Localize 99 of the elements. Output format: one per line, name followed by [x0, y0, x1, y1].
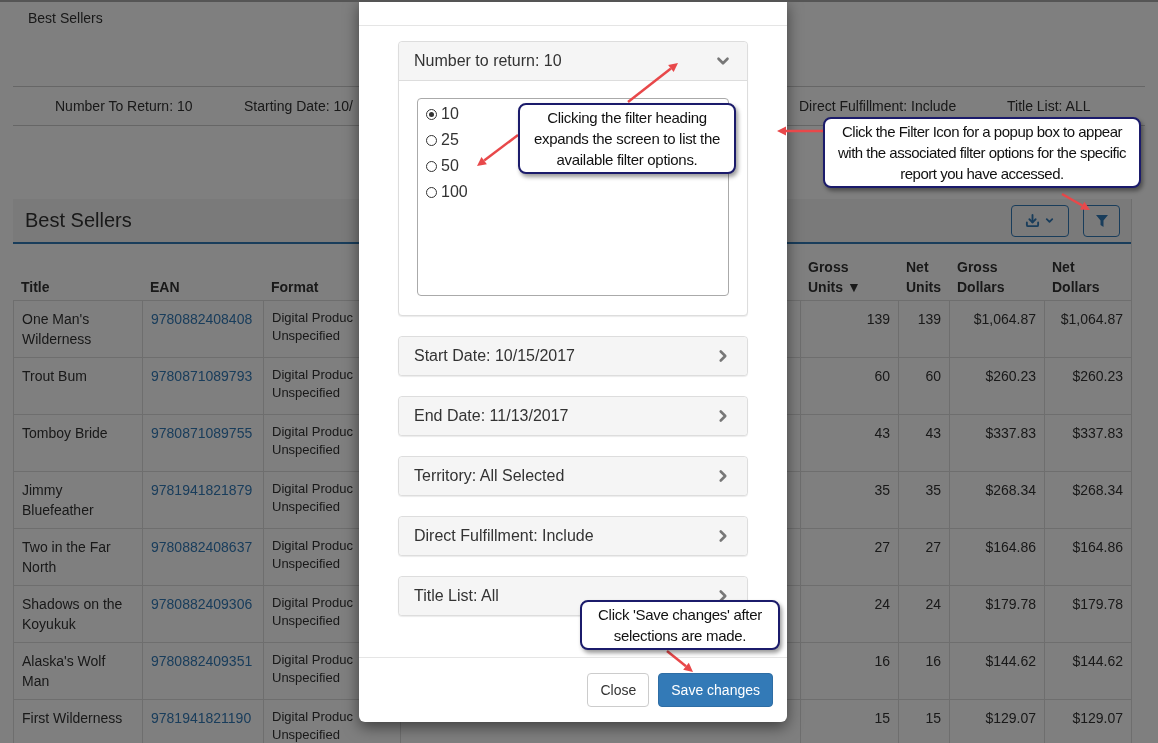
- ean-link[interactable]: 9780871089793: [151, 366, 253, 386]
- filter-heading[interactable]: Start Date: 10/15/2017: [399, 337, 747, 375]
- download-icon: [1025, 213, 1040, 228]
- table-cell-text: $260.23: [985, 367, 1036, 386]
- table-cell-text: $337.83: [985, 424, 1036, 443]
- table-cell-text: 16: [925, 652, 941, 671]
- filter-summary-item: Number To Return: 10: [55, 98, 193, 114]
- ean-link[interactable]: 9781941821190: [151, 708, 252, 728]
- ean-link[interactable]: 9780871089755: [151, 423, 253, 443]
- table-cell-text: Digital Produc Unspecified: [272, 366, 354, 402]
- callout-arrow: [777, 126, 823, 136]
- table-cell-text: $144.62: [985, 652, 1036, 671]
- report-title: Best Sellers: [25, 209, 133, 232]
- table-cell-text: Trout Bum: [22, 367, 87, 386]
- callout-arrow: [1061, 192, 1090, 210]
- table-cell-text: $164.86: [985, 538, 1036, 557]
- filter-heading[interactable]: Number to return: 10: [399, 42, 747, 81]
- filter-label: Direct Fulfillment: Include: [414, 527, 594, 545]
- ean-link[interactable]: 9780882408637: [151, 537, 253, 557]
- callout: Clicking the filter heading expands the screen to list the available filter options.: [518, 103, 736, 174]
- table-cell-text: $1,064.87: [973, 310, 1036, 329]
- table-cell-text: 139: [917, 310, 941, 329]
- callout-arrow: [477, 134, 519, 166]
- filter-label: Territory: All Selected: [414, 467, 565, 485]
- table-cell-text: $260.23: [1072, 367, 1123, 386]
- table-cell-text: Digital Produc Unspecified: [272, 423, 354, 459]
- table-cell-text: 15: [925, 709, 941, 728]
- filter-summary-item: Title List: ALL: [1007, 98, 1091, 114]
- ean-link[interactable]: 9780882409351: [151, 651, 253, 671]
- table-cell-text: 27: [925, 538, 941, 557]
- table-cell-text: Digital Produc Unspecified: [272, 594, 354, 630]
- column-header[interactable]: Net Units: [906, 257, 941, 297]
- table-cell-text: First Wilderness: [22, 709, 123, 728]
- filter-icon: [1095, 214, 1108, 227]
- filter-label: Start Date: 10/15/2017: [414, 347, 575, 365]
- table-cell-text: $179.78: [985, 595, 1036, 614]
- download-button[interactable]: [1011, 204, 1069, 237]
- table-cell-text: Digital Produc Unspecified: [272, 309, 354, 345]
- column-header[interactable]: Net Dollars: [1052, 257, 1122, 297]
- radio-option[interactable]: 10: [426, 105, 459, 123]
- callout: Click the Filter Icon for a popup box to appear with the associated filter options for the specific report you have accessed.: [823, 117, 1141, 188]
- callout-arrow: [627, 63, 678, 103]
- column-header[interactable]: Gross Dollars: [957, 257, 1027, 297]
- table-cell-text: 27: [874, 538, 890, 557]
- filter-label: Number to return: 10: [414, 52, 562, 70]
- filter-summary-item: Starting Date: 10/: [244, 98, 353, 114]
- filter-summary-item: Direct Fulfillment: Include: [799, 98, 957, 114]
- table-cell-text: Shadows on the Koyukuk: [22, 595, 124, 634]
- table-cell-text: Digital Produc Unspecified: [272, 651, 354, 687]
- table-cell-text: $179.78: [1072, 595, 1123, 614]
- filter-label: Title List: All: [414, 587, 499, 605]
- table-cell-text: $144.62: [1072, 652, 1123, 671]
- filter-heading[interactable]: Direct Fulfillment: Include: [399, 517, 747, 555]
- column-header[interactable]: EAN: [150, 277, 180, 297]
- table-cell-text: Digital Produc Unspecified: [272, 708, 354, 743]
- table-cell-text: 35: [925, 481, 941, 500]
- column-header[interactable]: Gross Units ▼: [808, 257, 878, 297]
- table-cell-text: 60: [925, 367, 941, 386]
- ean-link[interactable]: 9781941821879: [151, 480, 253, 500]
- radio-option[interactable]: 25: [426, 131, 459, 149]
- table-cell-text: Two in the Far North: [22, 538, 112, 577]
- filter-heading[interactable]: Territory: All Selected: [399, 457, 747, 495]
- save-button[interactable]: Save changes: [658, 673, 773, 707]
- table-cell-text: Digital Produc Unspecified: [272, 480, 354, 516]
- table-cell-text: Tomboy Bride: [22, 424, 108, 443]
- table-cell-text: $129.07: [985, 709, 1036, 728]
- table-cell-text: 24: [925, 595, 941, 614]
- ean-link[interactable]: 9780882408408: [151, 309, 253, 329]
- table-cell-text: 24: [874, 595, 890, 614]
- table-cell-text: $337.83: [1072, 424, 1123, 443]
- table-cell-text: $268.34: [985, 481, 1036, 500]
- filter-button[interactable]: [1083, 204, 1120, 237]
- table-cell-text: 139: [866, 310, 890, 329]
- table-cell-text: 43: [925, 424, 941, 443]
- table-cell-text: 15: [874, 709, 890, 728]
- radio-option[interactable]: 50: [426, 157, 459, 175]
- table-cell-text: $1,064.87: [1060, 310, 1123, 329]
- table-cell-text: $268.34: [1072, 481, 1123, 500]
- table-cell-text: 16: [874, 652, 890, 671]
- table-cell-text: Alaska's Wolf Man: [22, 652, 107, 691]
- radio-option[interactable]: 100: [426, 183, 468, 201]
- page-title: Best Sellers: [27, 9, 104, 28]
- table-cell-text: 35: [874, 481, 890, 500]
- table-cell-text: $129.07: [1072, 709, 1123, 728]
- ean-link[interactable]: 9780882409306: [151, 594, 253, 614]
- column-header[interactable]: Format: [271, 277, 319, 297]
- table-cell-text: $164.86: [1072, 538, 1123, 557]
- close-button[interactable]: Close: [587, 673, 650, 707]
- table-cell-text: One Man's Wilderness: [22, 310, 93, 349]
- column-header[interactable]: Title: [21, 277, 50, 297]
- filter-label: End Date: 11/13/2017: [414, 407, 569, 425]
- filter-heading[interactable]: End Date: 11/13/2017: [399, 397, 747, 435]
- callout-arrow: [666, 650, 693, 672]
- table-cell-text: Jimmy Bluefeather: [22, 481, 95, 520]
- table-cell-text: Digital Produc Unspecified: [272, 537, 354, 573]
- table-cell-text: 43: [874, 424, 890, 443]
- caret-icon: [1044, 215, 1055, 226]
- callout: Click 'Save changes' after selections are made.: [580, 600, 780, 650]
- table-cell-text: 60: [874, 367, 890, 386]
